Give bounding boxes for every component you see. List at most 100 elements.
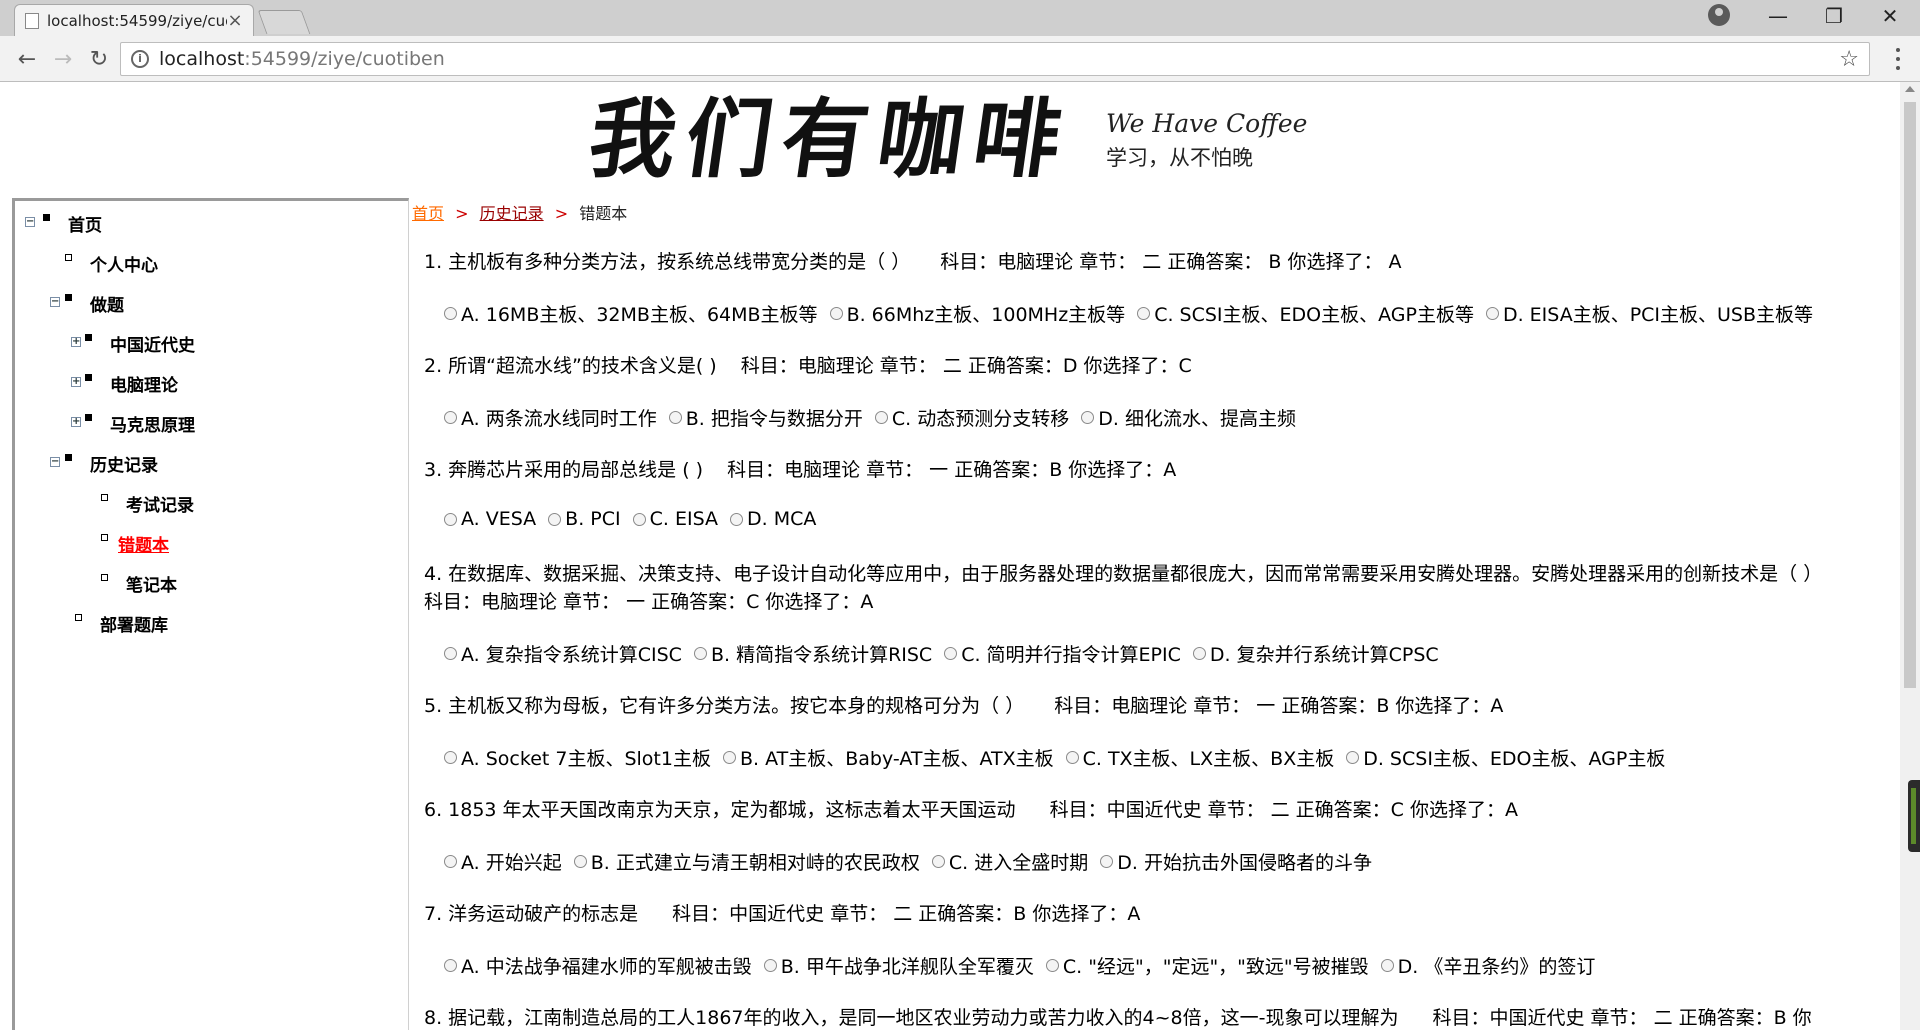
radio-button[interactable]: [632, 512, 646, 526]
sidebar-item-history[interactable]: − 历史记录: [50, 451, 158, 476]
radio-button[interactable]: [1485, 307, 1499, 320]
back-icon[interactable]: ←: [12, 44, 42, 74]
collapse-icon[interactable]: −: [50, 457, 60, 467]
radio-button[interactable]: [444, 647, 457, 660]
option-b[interactable]: B. 把指令与数据分开: [668, 404, 863, 431]
option-c[interactable]: C. 动态预测分支转移: [874, 404, 1069, 431]
sidebar-item-exam-records[interactable]: 考试记录: [101, 491, 194, 516]
browser-tab[interactable]: localhost:54599/ziye/cuotiben ×: [14, 4, 254, 36]
radio-button[interactable]: [763, 959, 777, 972]
collapse-icon[interactable]: −: [50, 297, 60, 307]
question-item: 4. 在数据库、数据采掘、决策支持、电子设计自动化等应用中，由于服务器处理的数据…: [412, 560, 1868, 616]
sidebar-item-modern-history[interactable]: + 中国近代史: [71, 331, 195, 356]
option-d[interactable]: D. 复杂并行系统计算CPSC: [1192, 640, 1439, 667]
option-a[interactable]: A. 开始兴起: [444, 848, 562, 875]
sidebar-item-wrong-book[interactable]: 错题本: [101, 531, 169, 556]
option-d[interactable]: D. 开始抗击外国侵略者的斗争: [1100, 848, 1372, 875]
sidebar-item-notebook[interactable]: 笔记本: [101, 571, 177, 596]
option-a[interactable]: A. 16MB主板、32MB主板、64MB主板等: [444, 300, 818, 327]
radio-button[interactable]: [931, 855, 945, 868]
new-tab-button[interactable]: [257, 10, 311, 34]
minimize-icon[interactable]: —: [1750, 0, 1806, 32]
radio-button[interactable]: [1045, 959, 1059, 972]
star-icon[interactable]: ☆: [1839, 47, 1859, 72]
radio-button[interactable]: [548, 512, 562, 526]
option-d[interactable]: D. MCA: [729, 508, 816, 530]
breadcrumb-home-link[interactable]: 首页: [412, 204, 444, 223]
radio-button[interactable]: [444, 751, 457, 764]
radio-button[interactable]: [1065, 751, 1079, 764]
option-a[interactable]: A. 复杂指令系统计算CISC: [444, 640, 682, 667]
radio-button[interactable]: [729, 512, 743, 526]
radio-button[interactable]: [444, 855, 457, 868]
radio-button[interactable]: [444, 411, 457, 424]
radio-button[interactable]: [1192, 647, 1206, 660]
option-c[interactable]: C. SCSI主板、EDO主板、AGP主板等: [1137, 300, 1474, 327]
radio-button[interactable]: [444, 959, 457, 972]
option-a[interactable]: A. 两条流水线同时工作: [444, 404, 657, 431]
maximize-icon[interactable]: ❐: [1806, 0, 1862, 32]
radio-button[interactable]: [693, 647, 707, 660]
bullet-icon: [101, 573, 108, 581]
side-widget-icon[interactable]: [1908, 780, 1920, 852]
expand-icon[interactable]: +: [71, 417, 81, 427]
url-text[interactable]: localhost:54599/ziye/cuotiben: [159, 48, 1839, 70]
radio-button[interactable]: [1137, 307, 1151, 320]
option-b[interactable]: B. 66Mhz主板、100MHz主板等: [829, 300, 1125, 327]
radio-button[interactable]: [1100, 855, 1114, 868]
option-b[interactable]: B. AT主板、Baby-AT主板、ATX主板: [722, 744, 1054, 771]
info-icon[interactable]: i: [131, 50, 149, 68]
question-item: 3. 奔腾芯片采用的局部总线是 ( ) 科目：电脑理论 章节： 一 正确答案：B …: [424, 456, 1176, 484]
breadcrumb-history-link[interactable]: 历史记录: [480, 204, 544, 223]
sidebar-item-practice[interactable]: − 做题: [50, 291, 124, 316]
sidebar-item-computer-theory[interactable]: + 电脑理论: [71, 371, 178, 396]
option-d[interactable]: D. 《辛丑条约》的签订: [1380, 952, 1595, 979]
option-b[interactable]: B. 甲午战争北洋舰队全军覆灭: [763, 952, 1034, 979]
option-a[interactable]: A. Socket 7主板、Slot1主板: [444, 744, 711, 771]
scroll-thumb[interactable]: [1904, 102, 1916, 688]
option-c[interactable]: C. "经远"，"定远"，"致远"号被摧毁: [1045, 952, 1369, 979]
expand-icon[interactable]: +: [71, 377, 81, 387]
question-stem: 7. 洋务运动破产的标志是: [424, 903, 639, 925]
sidebar-item-marxism[interactable]: + 马克思原理: [71, 411, 195, 436]
scroll-up-icon[interactable]: [1905, 86, 1915, 92]
option-c[interactable]: C. TX主板、LX主板、BX主板: [1065, 744, 1334, 771]
option-a[interactable]: A. 中法战争福建水师的军舰被击毁: [444, 952, 752, 979]
option-group: A. VESA B. PCI C. EISA D. MCA: [444, 508, 828, 530]
expand-icon[interactable]: +: [71, 337, 81, 347]
option-b[interactable]: B. 正式建立与清王朝相对峙的农民政权: [573, 848, 920, 875]
option-c[interactable]: C. EISA: [632, 508, 718, 530]
page-scrollbar[interactable]: [1900, 82, 1920, 1030]
radio-button[interactable]: [1380, 959, 1394, 972]
sidebar-item-home[interactable]: − 首页: [25, 211, 102, 236]
radio-button[interactable]: [722, 751, 736, 764]
option-c[interactable]: C. 进入全盛时期: [931, 848, 1088, 875]
radio-button[interactable]: [573, 855, 587, 868]
radio-button[interactable]: [829, 307, 843, 320]
option-d[interactable]: D. 细化流水、提高主频: [1081, 404, 1296, 431]
radio-button[interactable]: [1081, 411, 1095, 424]
radio-button[interactable]: [1346, 751, 1360, 764]
radio-button[interactable]: [668, 411, 682, 424]
tab-strip: localhost:54599/ziye/cuotiben × — ❐ ✕: [0, 0, 1920, 36]
close-window-icon[interactable]: ✕: [1862, 0, 1918, 32]
forward-icon[interactable]: →: [48, 44, 78, 74]
reload-icon[interactable]: ↻: [84, 44, 114, 74]
close-tab-icon[interactable]: ×: [227, 10, 243, 31]
option-b[interactable]: B. 精简指令系统计算RISC: [693, 640, 932, 667]
radio-button[interactable]: [874, 411, 888, 424]
radio-button[interactable]: [444, 512, 457, 526]
option-c[interactable]: C. 简明并行指令计算EPIC: [944, 640, 1181, 667]
address-bar[interactable]: i localhost:54599/ziye/cuotiben ☆: [120, 42, 1870, 76]
radio-button[interactable]: [444, 307, 457, 320]
radio-button[interactable]: [944, 647, 958, 660]
menu-icon[interactable]: [1888, 46, 1908, 72]
sidebar-item-deploy-bank[interactable]: 部署题库: [75, 611, 168, 636]
option-b[interactable]: B. PCI: [548, 508, 621, 530]
option-d[interactable]: D. EISA主板、PCI主板、USB主板等: [1485, 300, 1813, 327]
option-d[interactable]: D. SCSI主板、EDO主板、AGP主板: [1346, 744, 1665, 771]
profile-icon[interactable]: [1708, 4, 1730, 26]
collapse-icon[interactable]: −: [25, 217, 35, 227]
option-a[interactable]: A. VESA: [444, 508, 536, 530]
sidebar-item-profile[interactable]: 个人中心: [65, 251, 158, 276]
